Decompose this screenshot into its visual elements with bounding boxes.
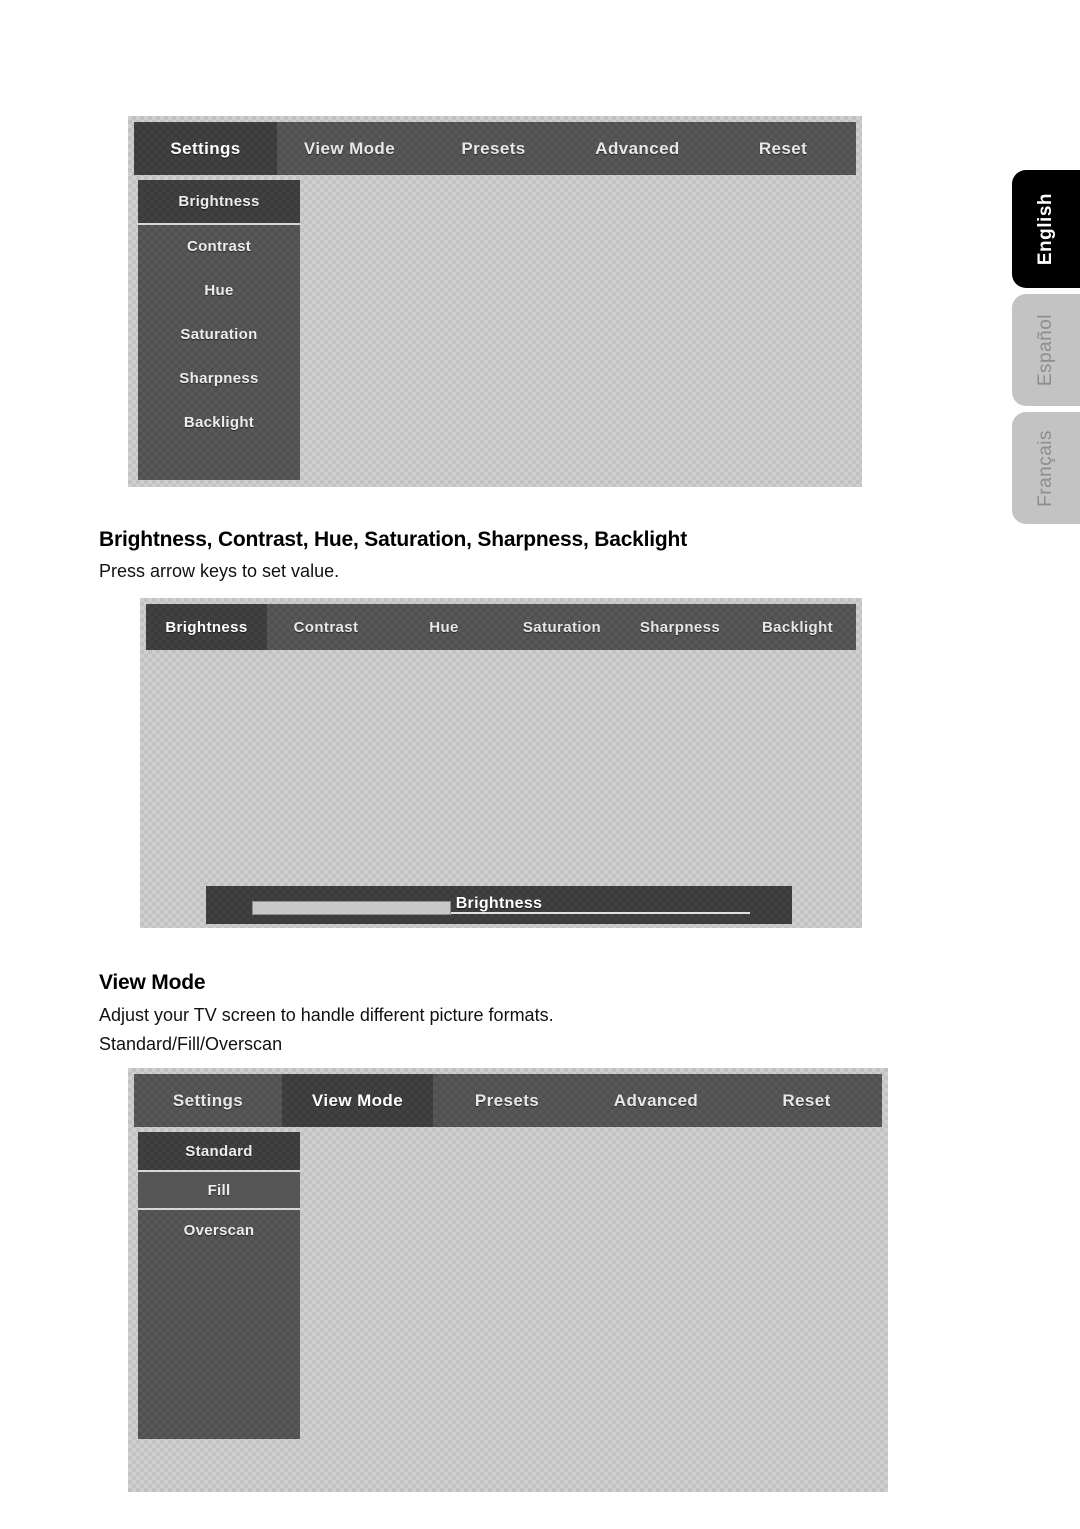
menu-item-presets-vm-label: Presets — [474, 1090, 540, 1110]
menu-item-presets-label: Presets — [461, 138, 526, 158]
osd-viewmode-sidebar: Standard Fill Overscan — [138, 1132, 300, 1439]
menu-item-advanced-label: Advanced — [595, 138, 680, 158]
menu-item-reset-vm-label: Reset — [782, 1090, 831, 1110]
tab-contrast-label: Contrast — [293, 618, 359, 636]
section-body-view-mode-line2: Standard/Fill/Overscan — [99, 1034, 283, 1054]
osd-settings-sidebar: Brightness Contrast Hue Saturation Sharp… — [138, 180, 300, 480]
osd-viewmode-menubar: Settings View Mode Presets Advanced Rese… — [134, 1074, 882, 1127]
tab-brightness-label: Brightness — [165, 618, 248, 636]
osd-panel-view-mode: Settings View Mode Presets Advanced Rese… — [128, 1068, 888, 1492]
brightness-slider-control[interactable] — [252, 901, 750, 915]
menu-item-presets-vm[interactable]: Presets — [433, 1074, 581, 1127]
language-tab-francais[interactable]: Français — [1012, 412, 1080, 524]
sidebar-item-overscan-label: Overscan — [183, 1221, 255, 1239]
sidebar-item-backlight-label: Backlight — [183, 413, 255, 431]
language-tab-english-label: English — [1035, 192, 1056, 266]
sidebar-item-hue-label: Hue — [204, 281, 234, 299]
section-body-picture-controls: Press arrow keys to set value. — [99, 561, 340, 581]
sidebar-item-brightness[interactable]: Brightness — [138, 180, 300, 225]
sidebar-item-contrast-label: Contrast — [186, 238, 252, 255]
sidebar-item-sharpness[interactable]: Sharpness — [138, 356, 300, 400]
sidebar-item-fill-label: Fill — [207, 1181, 231, 1199]
sidebar-item-overscan[interactable]: Overscan — [138, 1210, 300, 1250]
sidebar-item-hue[interactable]: Hue — [138, 268, 300, 312]
menu-item-settings-vm[interactable]: Settings — [134, 1074, 282, 1127]
tab-sharpness-label: Sharpness — [639, 618, 721, 636]
tab-sharpness[interactable]: Sharpness — [621, 604, 739, 650]
tab-saturation[interactable]: Saturation — [503, 604, 621, 650]
sidebar-item-standard-label: Standard — [185, 1142, 253, 1160]
tab-hue[interactable]: Hue — [385, 604, 503, 650]
menu-item-reset[interactable]: Reset — [710, 122, 856, 175]
menu-item-view-mode[interactable]: View Mode — [277, 122, 422, 175]
osd-brightness-tabbar: Brightness Contrast Hue Saturation Sharp… — [146, 604, 856, 650]
section-body-view-mode-line1: Adjust your TV screen to handle differen… — [99, 1005, 554, 1025]
tab-saturation-label: Saturation — [522, 618, 602, 636]
menu-item-view-mode-vm-label: View Mode — [311, 1090, 404, 1110]
osd-settings-menubar: Settings View Mode Presets Advanced Rese… — [134, 122, 856, 175]
sidebar-item-saturation[interactable]: Saturation — [138, 312, 300, 356]
osd-panel-settings: Settings View Mode Presets Advanced Rese… — [128, 116, 862, 487]
menu-item-advanced-vm[interactable]: Advanced — [581, 1074, 731, 1127]
menu-item-view-mode-label: View Mode — [303, 138, 396, 158]
menu-item-view-mode-vm[interactable]: View Mode — [282, 1074, 433, 1127]
tab-brightness[interactable]: Brightness — [146, 604, 267, 650]
brightness-slider-strip[interactable]: Brightness — [206, 886, 792, 924]
sidebar-item-fill[interactable]: Fill — [138, 1172, 300, 1210]
menu-item-presets[interactable]: Presets — [422, 122, 565, 175]
sidebar-item-backlight[interactable]: Backlight — [138, 400, 300, 444]
language-tab-espanol-label: Español — [1035, 313, 1056, 387]
menu-item-reset-vm[interactable]: Reset — [731, 1074, 882, 1127]
language-tab-espanol[interactable]: Español — [1012, 294, 1080, 406]
sidebar-item-brightness-label: Brightness — [178, 193, 260, 210]
sidebar-item-sharpness-label: Sharpness — [179, 369, 259, 387]
tab-contrast[interactable]: Contrast — [267, 604, 385, 650]
brightness-slider-fill[interactable] — [252, 901, 452, 915]
sidebar-item-standard[interactable]: Standard — [138, 1132, 300, 1172]
tab-backlight-label: Backlight — [761, 618, 834, 636]
osd-panel-brightness: Brightness Contrast Hue Saturation Sharp… — [140, 598, 862, 928]
language-tabs: English Español Français — [1012, 170, 1080, 530]
menu-item-settings[interactable]: Settings — [134, 122, 277, 175]
tab-hue-label: Hue — [429, 618, 459, 636]
tab-backlight[interactable]: Backlight — [739, 604, 856, 650]
menu-item-reset-label: Reset — [758, 138, 808, 158]
language-tab-francais-label: Français — [1035, 429, 1056, 507]
menu-item-advanced[interactable]: Advanced — [565, 122, 710, 175]
sidebar-item-saturation-label: Saturation — [180, 325, 258, 343]
language-tab-english[interactable]: English — [1012, 170, 1080, 288]
menu-item-advanced-vm-label: Advanced — [613, 1090, 699, 1110]
menu-item-settings-vm-label: Settings — [172, 1090, 244, 1110]
menu-item-settings-label: Settings — [170, 138, 241, 158]
sidebar-item-contrast[interactable]: Contrast — [138, 225, 300, 268]
section-heading-view-mode: View Mode — [99, 971, 206, 994]
section-heading-picture-controls: Brightness, Contrast, Hue, Saturation, S… — [99, 528, 687, 551]
